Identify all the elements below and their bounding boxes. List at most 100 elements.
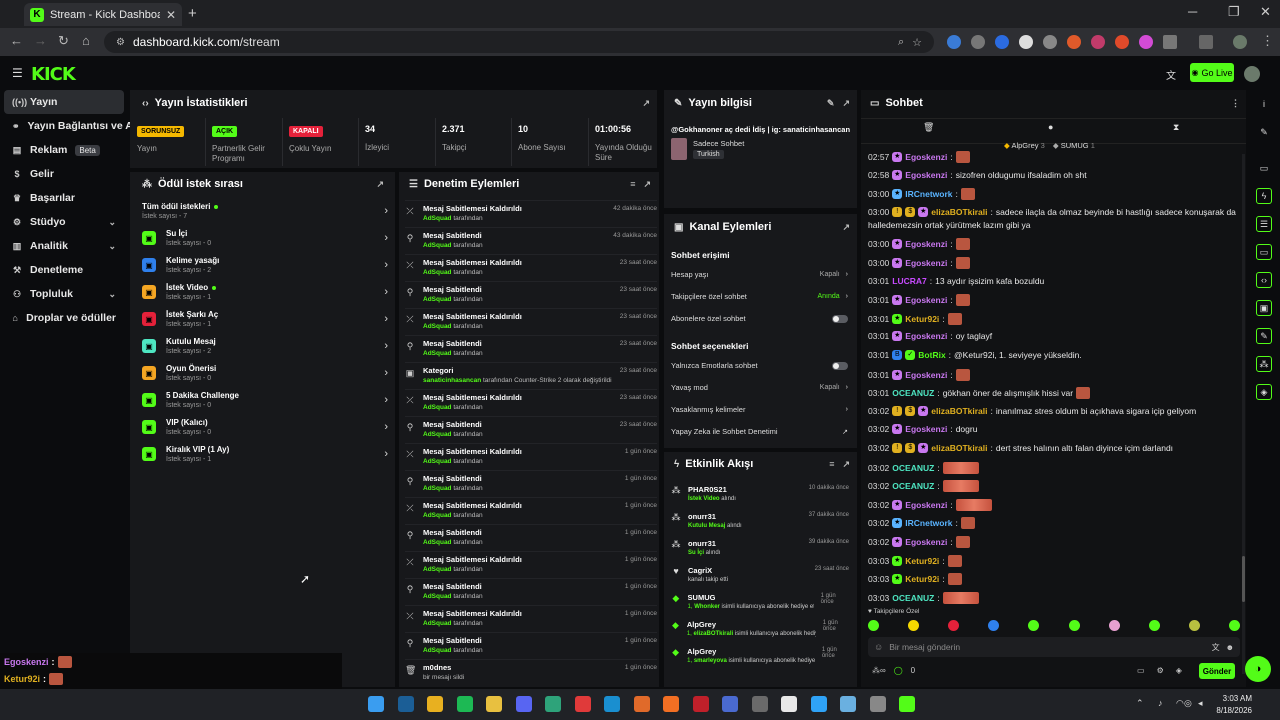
activity-user[interactable]: PHAR0S21 [688,485,736,494]
chat-username[interactable]: Egoskenzi [905,331,947,341]
popout-icon[interactable]: ↗ [376,179,384,190]
infinity-icon[interactable]: ⁂∞ [872,666,886,675]
send-button[interactable]: Gönder [1199,663,1235,679]
channel-icon[interactable]: ▣ [1256,300,1272,316]
profile-avatar[interactable] [1233,35,1247,49]
chat-username[interactable]: elizaBOTkirali [931,406,987,416]
discord-icon[interactable] [516,696,532,712]
gifter-name[interactable]: AlpGrey [1011,141,1038,150]
chevron-right-icon[interactable]: › [384,286,388,298]
maximize-icon[interactable]: ❐ [1228,4,1240,20]
moderator-name[interactable]: AdSquad [423,458,452,465]
message-icon[interactable]: ▭ [1137,666,1145,675]
list-icon[interactable]: ☰ [1256,216,1272,232]
chat-username[interactable]: OCEANUZ [892,388,934,398]
chevron-right-icon[interactable]: › [384,232,388,244]
moderator-name[interactable]: AdSquad [423,566,452,573]
chat-username[interactable]: IRCnetwork [905,189,952,199]
mic-icon[interactable]: ♪ [1158,698,1163,708]
chevron-up-icon[interactable]: ⌃ [1136,698,1144,709]
sidebar-item[interactable]: ▥ Analitik ⌄ [0,234,128,258]
chat-username[interactable]: Ketur92i [905,574,939,584]
gifter-name[interactable]: SUMUG [1061,141,1089,150]
badge-icon[interactable]: ◈ [1176,666,1182,675]
activity-user[interactable]: onurr31 [688,512,742,521]
sidebar-item[interactable]: ((•)) Yayın [4,90,124,114]
pencil-icon[interactable]: ✎ [1256,124,1272,140]
activity-user[interactable]: AlpGrey [687,620,816,629]
sidebar-item[interactable]: ♛ Başarılar [0,186,128,210]
chevron-right-icon[interactable]: › [846,384,848,391]
steam-icon[interactable] [398,696,414,712]
app-icon[interactable] [752,696,768,712]
file-explorer-icon[interactable] [486,696,502,712]
clock-date[interactable]: 8/18/2026 [1214,706,1252,715]
moderator-name[interactable]: AdSquad [423,647,452,654]
emote-icon[interactable] [988,620,1000,631]
emote-icon[interactable] [868,620,879,631]
chevron-right-icon[interactable]: › [384,313,388,325]
filter-icon[interactable]: ≡ [630,179,635,190]
app-icon[interactable] [545,696,561,712]
wifi-icon[interactable]: ◠ [1176,698,1184,709]
emote-icon[interactable] [1228,620,1240,631]
reload-icon[interactable]: ↻ [58,33,69,49]
reward-row[interactable]: ▣ Oyun Önerisi İstek sayısı - 0 › [142,364,388,382]
chat-bubble-icon[interactable]: ▭ [1256,244,1272,260]
reward-row[interactable]: ▣ İstek Şarkı Aç İstek sayısı - 1 › [142,310,388,328]
chevron-down-icon[interactable]: ⌄ [108,217,116,228]
reward-row[interactable]: ▣ Kiralık VIP (1 Ay) İstek sayısı - 1 › [142,445,388,463]
chat-username[interactable]: Egoskenzi [905,295,947,305]
moderator-name[interactable]: AdSquad [423,404,452,411]
chat-username[interactable]: Egoskenzi [905,500,947,510]
sidebar-item[interactable]: ⌂ Droplar ve ödüller [0,306,128,330]
app-icon[interactable] [604,696,620,712]
soundcloud-icon[interactable] [663,696,679,712]
chevron-right-icon[interactable]: › [384,259,388,271]
filter-icon[interactable]: ≡ [829,459,834,470]
chat-username[interactable]: Egoskenzi [905,152,947,162]
language-tag[interactable]: Turkish [693,150,724,159]
popout-icon[interactable]: ↗ [642,98,650,109]
moderator-name[interactable]: AdSquad [423,242,452,249]
reward-row[interactable]: ▣ Su İçi İstek sayısı - 0 › [142,229,388,247]
sidebar-item[interactable]: ⚭ Yayın Bağlantısı ve Anahtarı [0,114,168,138]
reward-row[interactable]: ▣ Kelime yasağı İstek sayısı - 2 › [142,256,388,274]
reward-row[interactable]: ▣ Kutulu Mesaj İstek sayısı - 2 › [142,337,388,355]
app-icon[interactable] [693,696,709,712]
hourglass-icon[interactable]: ⧗ [1173,122,1179,133]
back-icon[interactable]: ← [10,33,23,48]
emote-icon[interactable] [1148,620,1160,631]
pulse-icon[interactable]: ‹› [1256,272,1272,288]
app-icon[interactable] [634,696,650,712]
clock-time[interactable]: 3:03 AM [1220,694,1252,703]
start-icon[interactable] [368,696,384,712]
channel-setting-row[interactable]: Abonelere özel sohbet [671,314,848,323]
gear-icon[interactable]: ⚙ [1157,666,1164,675]
chevron-right-icon[interactable]: › [384,394,388,406]
hamburger-menu-icon[interactable]: ☰ [12,66,23,80]
chevron-right-icon[interactable]: › [846,406,848,413]
emote-icon[interactable] [948,620,960,631]
popout-icon[interactable]: ↗ [842,459,850,470]
sidebar-item[interactable]: $ Gelir [0,162,128,186]
channel-setting-row[interactable]: Yapay Zeka ile Sohbet Denetimi ↗ [671,427,848,436]
sidebar-item[interactable]: ⚒ Denetleme [0,258,128,282]
moderator-name[interactable]: AdSquad [423,593,452,600]
reading-list-icon[interactable] [1199,35,1213,49]
category-name[interactable]: Sadece Sohbet [693,139,744,148]
photoshop-icon[interactable] [811,696,827,712]
chevron-right-icon[interactable]: › [384,205,388,217]
wrench-icon[interactable]: ✎ [1256,328,1272,344]
reward-row[interactable]: Tüm ödül istekleri İstek sayısı - 7 › [142,202,388,220]
chevron-right-icon[interactable]: › [384,367,388,379]
app-icon[interactable] [781,696,797,712]
activity-user[interactable]: SUMUG [688,593,814,602]
reward-icon[interactable]: ⁂ [1256,356,1272,372]
layout-icon[interactable]: ▭ [1256,160,1272,176]
chevron-down-icon[interactable]: ⌄ [108,289,116,300]
chat-username[interactable]: OCEANUZ [892,593,934,603]
chat-username[interactable]: Ketur92i [905,556,939,566]
browser-tab[interactable]: K Stream - Kick Dashboard ✕ [24,3,182,26]
chat-username[interactable]: Egoskenzi [905,258,947,268]
